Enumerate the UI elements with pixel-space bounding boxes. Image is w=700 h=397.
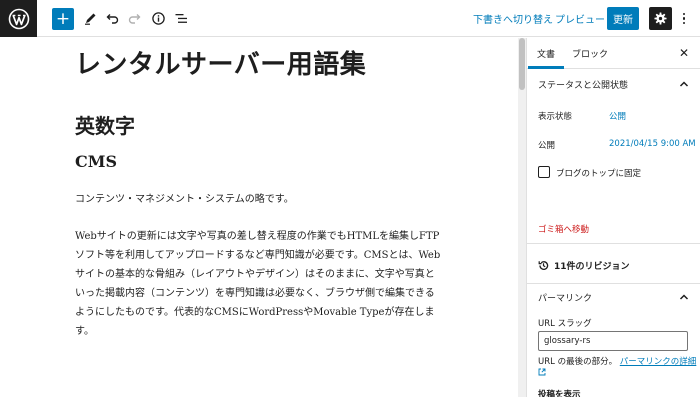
- url-help-prefix: URL の最後の部分。: [538, 357, 618, 367]
- paragraph-line: ソフト等を利用してアップロードするなど専門知識が必要です。CMSとは、Web: [75, 250, 441, 261]
- post-display-label: 投稿を表示: [538, 390, 581, 397]
- permalink-panel-header[interactable]: パーマリンク: [527, 283, 700, 311]
- dot-icon: [682, 12, 686, 16]
- preview-button[interactable]: プレビュー: [555, 7, 605, 30]
- list-view-icon: [175, 14, 187, 23]
- settings-button[interactable]: [649, 7, 672, 30]
- scrollbar-thumb[interactable]: [519, 38, 525, 90]
- external-link-icon: [538, 368, 546, 376]
- move-to-trash-button[interactable]: ゴミ箱へ移動: [538, 223, 589, 235]
- status-panel-title: ステータスと公開状態: [538, 80, 629, 91]
- permalink-details-link[interactable]: パーマリンクの詳細: [620, 357, 697, 367]
- visibility-toggle[interactable]: 公開: [609, 110, 626, 122]
- paragraph-line: ようにしたものです。代表的なCMSにWordPressやMovable Type…: [75, 307, 435, 318]
- chevron-up-icon: [679, 294, 689, 300]
- redo-icon: [128, 14, 140, 24]
- url-slug-label: URL スラッグ: [538, 319, 592, 329]
- gear-icon: [654, 12, 667, 25]
- update-button[interactable]: 更新: [607, 7, 639, 30]
- switch-to-draft-button[interactable]: 下書きへ切り替え: [473, 7, 553, 30]
- redo-button[interactable]: [126, 7, 142, 30]
- sticky-label: ブログのトップに固定: [556, 169, 642, 179]
- paragraph-block[interactable]: コンテンツ・マネジメント・システムの略です。: [75, 190, 455, 209]
- revisions-label: 11件のリビジョン: [554, 261, 630, 272]
- publish-label: 公開: [538, 141, 556, 151]
- pencil-icon: [84, 13, 95, 25]
- editor-toolbar: + 下書きへ切り替え プレビュー 更新: [0, 0, 700, 37]
- dot-icon: [682, 17, 686, 20]
- info-icon: [151, 12, 165, 25]
- subheading-block[interactable]: CMS: [75, 152, 117, 171]
- close-sidebar-button[interactable]: ✕: [675, 44, 693, 62]
- more-options-button[interactable]: [676, 9, 692, 28]
- revisions-link[interactable]: 11件のリビジョン: [527, 251, 700, 279]
- editor-canvas[interactable]: レンタルサーバー用語集 英数字 CMS コンテンツ・マネジメント・システムの略で…: [0, 38, 520, 397]
- chevron-up-icon: [679, 81, 689, 87]
- permalink-panel-title: パーマリンク: [538, 293, 593, 304]
- paragraph-line: す。: [75, 326, 94, 337]
- add-block-button[interactable]: +: [52, 8, 74, 30]
- tools-button[interactable]: [82, 7, 98, 30]
- settings-sidebar: 文書 ブロック ✕ ステータスと公開状態 表示状態 公開 公開 2021/04/…: [526, 38, 700, 397]
- tab-document[interactable]: 文書: [528, 38, 564, 69]
- details-button[interactable]: [150, 7, 166, 30]
- status-panel-header[interactable]: ステータスと公開状態: [527, 70, 700, 98]
- paragraph-line: サイトの基本的な骨組み（レイアウトやデザイン）はそのままに、文字や写真と: [75, 269, 435, 280]
- url-slug-input[interactable]: glossary-rs: [538, 331, 688, 351]
- editor-scrollbar[interactable]: [518, 38, 526, 397]
- sidebar-tabs: 文書 ブロック ✕: [527, 38, 700, 69]
- paragraph-block[interactable]: Webサイトの更新には文字や写真の差し替え程度の作業でもHTMLを編集しFTP …: [75, 227, 455, 341]
- dot-icon: [682, 21, 686, 25]
- undo-button[interactable]: [104, 7, 120, 30]
- wordpress-logo-button[interactable]: [0, 0, 37, 37]
- paragraph-line: いった掲載内容（コンテンツ）を専門知識は必要なく、ブラウザ側で編集できる: [75, 288, 435, 299]
- undo-icon: [106, 14, 118, 24]
- list-view-button[interactable]: [173, 7, 189, 30]
- visibility-label: 表示状態: [538, 112, 573, 122]
- publish-date-toggle[interactable]: 2021/04/15 9:00 AM: [609, 139, 696, 149]
- close-icon: ✕: [678, 46, 690, 60]
- url-help-text: URL の最後の部分。 パーマリンクの詳細: [538, 356, 698, 380]
- divider: [527, 243, 700, 244]
- post-title[interactable]: レンタルサーバー用語集: [75, 44, 366, 81]
- wordpress-icon: [8, 8, 29, 29]
- sticky-checkbox[interactable]: [538, 166, 550, 178]
- heading-block[interactable]: 英数字: [75, 110, 135, 139]
- tab-block[interactable]: ブロック: [563, 38, 617, 69]
- revisions-icon: [538, 260, 549, 270]
- paragraph-line: Webサイトの更新には文字や写真の差し替え程度の作業でもHTMLを編集しFTP: [75, 231, 440, 242]
